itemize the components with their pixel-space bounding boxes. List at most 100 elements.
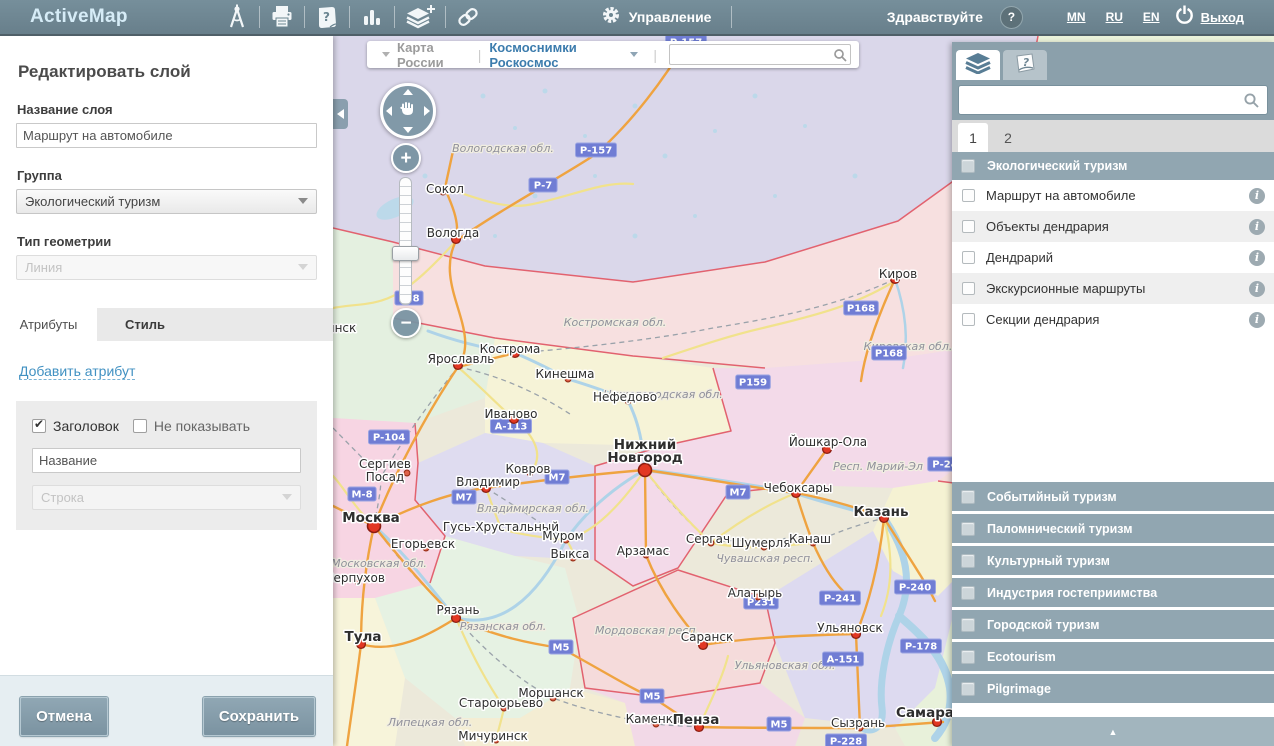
measure-icon[interactable]: [224, 4, 250, 30]
chevron-down-icon[interactable]: [382, 52, 390, 57]
city-label: Сызрань: [831, 716, 885, 730]
group-checkbox[interactable]: [961, 490, 975, 504]
tab-legend[interactable]: ?: [1003, 50, 1047, 80]
layer-item[interactable]: Объекты дендрария: [952, 211, 1274, 242]
zoom-in-button[interactable]: +: [391, 143, 421, 173]
geometry-type-value: Линия: [25, 260, 62, 275]
group-checkbox[interactable]: [961, 554, 975, 568]
group-header[interactable]: Ecotourism: [952, 642, 1274, 671]
group-header[interactable]: Событийный туризм: [952, 482, 1274, 511]
city-label: Сергач: [686, 532, 730, 546]
city-label: Казань: [854, 504, 909, 520]
zoom-out-button[interactable]: −: [391, 308, 421, 338]
pan-down-icon[interactable]: [403, 127, 413, 133]
info-icon[interactable]: [1249, 219, 1265, 235]
cancel-button[interactable]: Отмена: [20, 697, 108, 736]
pan-control[interactable]: [380, 83, 436, 139]
layer-item[interactable]: Дендрарий: [952, 242, 1274, 273]
tab-attributes[interactable]: Атрибуты: [0, 308, 97, 341]
group-checkbox[interactable]: [961, 650, 975, 664]
layer-item[interactable]: Экскурсионные маршруты: [952, 273, 1274, 304]
zoom-slider[interactable]: [399, 177, 412, 305]
divider: [259, 6, 260, 28]
basemap-option-satellite[interactable]: Космоснимки Роскосмос: [489, 40, 623, 70]
page-1-button[interactable]: 1: [958, 123, 988, 152]
management-menu[interactable]: Управление: [601, 5, 712, 30]
layer-checkbox[interactable]: [962, 313, 975, 326]
group-header[interactable]: Индустрия гостеприимства: [952, 578, 1274, 607]
chevron-down-icon: [282, 494, 292, 500]
collapse-left-panel-button[interactable]: [333, 99, 348, 129]
map-search-input[interactable]: [670, 47, 833, 62]
collapse-up-icon: ▲: [1109, 727, 1118, 737]
layer-name-input[interactable]: [16, 123, 317, 148]
city-label: Кострома: [480, 342, 541, 356]
city-label: Рязань: [436, 603, 479, 617]
group-list: Событийный туризм Паломнический туризм Кул…: [952, 482, 1274, 703]
city-label: СергиевПосад: [359, 457, 411, 484]
attribute-name-input[interactable]: [32, 448, 301, 473]
magnifier-icon[interactable]: [833, 48, 847, 62]
save-button[interactable]: Сохранить: [203, 697, 315, 736]
road-badge: Р-7: [529, 178, 557, 192]
layer-checkbox[interactable]: [962, 282, 975, 295]
greeting-text: Здравствуйте: [887, 9, 983, 25]
chevron-down-icon[interactable]: [630, 52, 638, 57]
city-label: Муром: [542, 529, 583, 543]
link-icon[interactable]: [455, 4, 481, 30]
group-header-expanded[interactable]: Экологический туризм: [952, 152, 1274, 180]
help-button[interactable]: ?: [1000, 6, 1023, 29]
basemap-option-russia[interactable]: Карта России: [397, 40, 470, 70]
group-header[interactable]: Pilgrimage: [952, 674, 1274, 703]
layer-checkbox[interactable]: [962, 189, 975, 202]
group-header[interactable]: Паломнический туризм: [952, 514, 1274, 543]
group-label: Городской туризм: [987, 618, 1100, 632]
layer-checkbox[interactable]: [962, 251, 975, 264]
tab-style[interactable]: Стиль: [97, 308, 193, 341]
help-book-icon[interactable]: ?: [314, 4, 340, 30]
title-checkbox[interactable]: [32, 419, 46, 433]
logout-button[interactable]: Выход: [1174, 4, 1244, 30]
divider: |: [653, 47, 657, 63]
city-label: Владимир: [456, 475, 520, 489]
zoom-slider-handle[interactable]: [392, 246, 419, 261]
city-label: Староюрьево: [459, 696, 543, 710]
city-label: Ульяновск: [817, 621, 882, 635]
stats-icon[interactable]: [359, 4, 385, 30]
pan-up-icon[interactable]: [403, 89, 413, 95]
group-header[interactable]: Культурный туризм: [952, 546, 1274, 575]
info-icon[interactable]: [1249, 312, 1265, 328]
group-checkbox[interactable]: [961, 682, 975, 696]
city-label: Иваново: [484, 407, 537, 421]
layer-item-label: Маршрут на автомобиле: [986, 188, 1249, 203]
layer-checkbox[interactable]: [962, 220, 975, 233]
city-label: Саранск: [681, 630, 733, 644]
info-icon[interactable]: [1249, 250, 1265, 266]
lang-mn[interactable]: MN: [1067, 10, 1086, 24]
info-icon[interactable]: [1249, 188, 1265, 204]
lang-ru[interactable]: RU: [1106, 10, 1123, 24]
road-badge: Р159: [736, 375, 771, 389]
hide-checkbox[interactable]: [133, 419, 147, 433]
group-checkbox[interactable]: [961, 159, 975, 173]
add-layer-icon[interactable]: [404, 4, 436, 30]
info-icon[interactable]: [1249, 281, 1265, 297]
layer-item[interactable]: Маршрут на автомобиле: [952, 180, 1274, 211]
group-checkbox[interactable]: [961, 522, 975, 536]
print-icon[interactable]: [269, 4, 295, 30]
city-label: Серпухов: [333, 571, 385, 585]
add-attribute-link[interactable]: Добавить атрибут: [19, 363, 135, 380]
group-header[interactable]: Городской туризм: [952, 610, 1274, 639]
lang-en[interactable]: EN: [1143, 10, 1160, 24]
pan-right-icon[interactable]: [424, 106, 430, 116]
page-2-button[interactable]: 2: [993, 123, 1023, 152]
pan-left-icon[interactable]: [386, 106, 392, 116]
magnifier-icon[interactable]: [1243, 92, 1259, 108]
group-checkbox[interactable]: [961, 586, 975, 600]
layers-search-input[interactable]: [959, 89, 1243, 111]
layer-item[interactable]: Секции дендрария: [952, 304, 1274, 335]
group-select[interactable]: Экологический туризм: [16, 189, 317, 214]
tab-layers[interactable]: [956, 50, 1000, 80]
group-checkbox[interactable]: [961, 618, 975, 632]
collapse-panel-button[interactable]: ▲: [952, 717, 1274, 746]
